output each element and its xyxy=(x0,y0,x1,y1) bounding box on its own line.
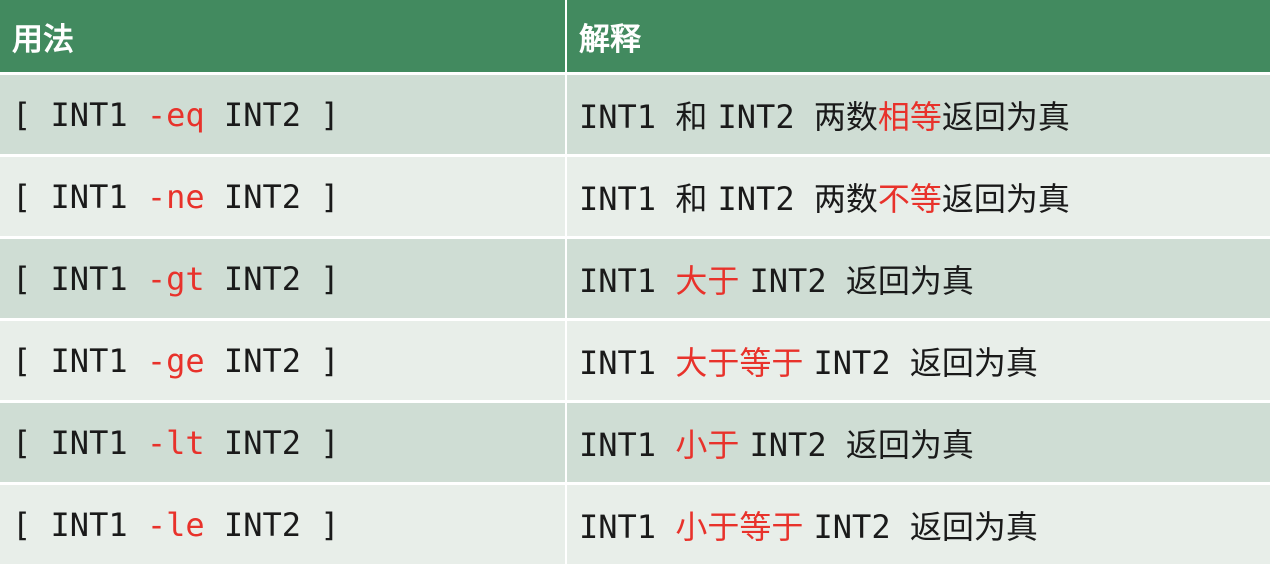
table-row: [ INT1 -le INT2 ] INT1 小于等于 INT2 返回为真 xyxy=(0,483,1270,567)
operand-left: INT1 xyxy=(579,261,676,300)
explanation-cell: INT1 小于 INT2 返回为真 xyxy=(566,401,1270,485)
usage-cell: [ INT1 -ne INT2 ] xyxy=(0,155,567,239)
usage-prefix: [ INT1 xyxy=(12,95,147,134)
explanation-cell: INT1 和 INT2 两数不等返回为真 xyxy=(566,155,1270,239)
table-row: [ INT1 -eq INT2 ] INT1 和 INT2 两数相等返回为真 xyxy=(0,73,1270,157)
table-row: [ INT1 -ge INT2 ] INT1 大于等于 INT2 返回为真 xyxy=(0,319,1270,403)
comparison-table-container: 用法 解释 [ INT1 -eq INT2 ] INT1 和 INT2 两数相等… xyxy=(0,0,1270,567)
result-text: 返回为真 xyxy=(941,97,1070,136)
table-row: [ INT1 -gt INT2 ] INT1 大于 INT2 返回为真 xyxy=(0,237,1270,321)
relation-highlight: 大于等于 xyxy=(675,343,814,382)
operand-left: INT1 xyxy=(579,425,676,464)
explanation-cell: INT1 大于 INT2 返回为真 xyxy=(566,237,1270,321)
usage-prefix: [ INT1 xyxy=(12,505,147,544)
operand-left: INT1 xyxy=(579,343,676,382)
header-usage: 用法 xyxy=(0,0,567,75)
result-text: 返回为真 xyxy=(845,425,974,464)
table-row: [ INT1 -ne INT2 ] INT1 和 INT2 两数不等返回为真 xyxy=(0,155,1270,239)
result-text: 返回为真 xyxy=(941,179,1070,218)
usage-suffix: INT2 ] xyxy=(204,95,340,134)
operator: -lt xyxy=(146,423,205,462)
usage-suffix: INT2 ] xyxy=(204,259,340,298)
table-row: [ INT1 -lt INT2 ] INT1 小于 INT2 返回为真 xyxy=(0,401,1270,485)
operand-right: INT2 xyxy=(717,179,814,218)
usage-cell: [ INT1 -gt INT2 ] xyxy=(0,237,567,321)
usage-suffix: INT2 ] xyxy=(204,505,340,544)
usage-prefix: [ INT1 xyxy=(12,423,147,462)
operand-right: INT2 xyxy=(813,343,910,382)
subject: 两数 xyxy=(813,97,878,136)
usage-prefix: [ INT1 xyxy=(12,341,147,380)
explanation-cell: INT1 小于等于 INT2 返回为真 xyxy=(566,483,1270,567)
result-text: 返回为真 xyxy=(909,507,1038,546)
relation-highlight: 相等 xyxy=(877,97,942,136)
explanation-cell: INT1 和 INT2 两数相等返回为真 xyxy=(566,73,1270,157)
operand-right: INT2 xyxy=(717,97,814,136)
operand-left: INT1 xyxy=(579,507,676,546)
operand-left: INT1 xyxy=(579,97,676,136)
usage-cell: [ INT1 -lt INT2 ] xyxy=(0,401,567,485)
relation-highlight: 大于 xyxy=(675,261,750,300)
result-text: 返回为真 xyxy=(909,343,1038,382)
header-explanation: 解释 xyxy=(566,0,1270,75)
usage-cell: [ INT1 -le INT2 ] xyxy=(0,483,567,567)
operator: -eq xyxy=(146,95,205,134)
operand-right: INT2 xyxy=(813,507,910,546)
conjunction: 和 xyxy=(675,97,718,136)
operand-right: INT2 xyxy=(749,425,846,464)
operand-left: INT1 xyxy=(579,179,676,218)
operator: -le xyxy=(146,505,205,544)
usage-suffix: INT2 ] xyxy=(204,423,340,462)
usage-prefix: [ INT1 xyxy=(12,177,147,216)
operand-right: INT2 xyxy=(749,261,846,300)
usage-prefix: [ INT1 xyxy=(12,259,147,298)
integer-comparison-table: 用法 解释 [ INT1 -eq INT2 ] INT1 和 INT2 两数相等… xyxy=(0,0,1270,567)
table-header-row: 用法 解释 xyxy=(0,0,1270,75)
usage-suffix: INT2 ] xyxy=(204,177,340,216)
operator: -ge xyxy=(146,341,205,380)
operator: -ne xyxy=(146,177,205,216)
subject: 两数 xyxy=(813,179,878,218)
relation-highlight: 小于等于 xyxy=(675,507,814,546)
relation-highlight: 不等 xyxy=(877,179,942,218)
explanation-cell: INT1 大于等于 INT2 返回为真 xyxy=(566,319,1270,403)
usage-suffix: INT2 ] xyxy=(204,341,340,380)
relation-highlight: 小于 xyxy=(675,425,750,464)
usage-cell: [ INT1 -ge INT2 ] xyxy=(0,319,567,403)
conjunction: 和 xyxy=(675,179,718,218)
usage-cell: [ INT1 -eq INT2 ] xyxy=(0,73,567,157)
result-text: 返回为真 xyxy=(845,261,974,300)
operator: -gt xyxy=(146,259,205,298)
